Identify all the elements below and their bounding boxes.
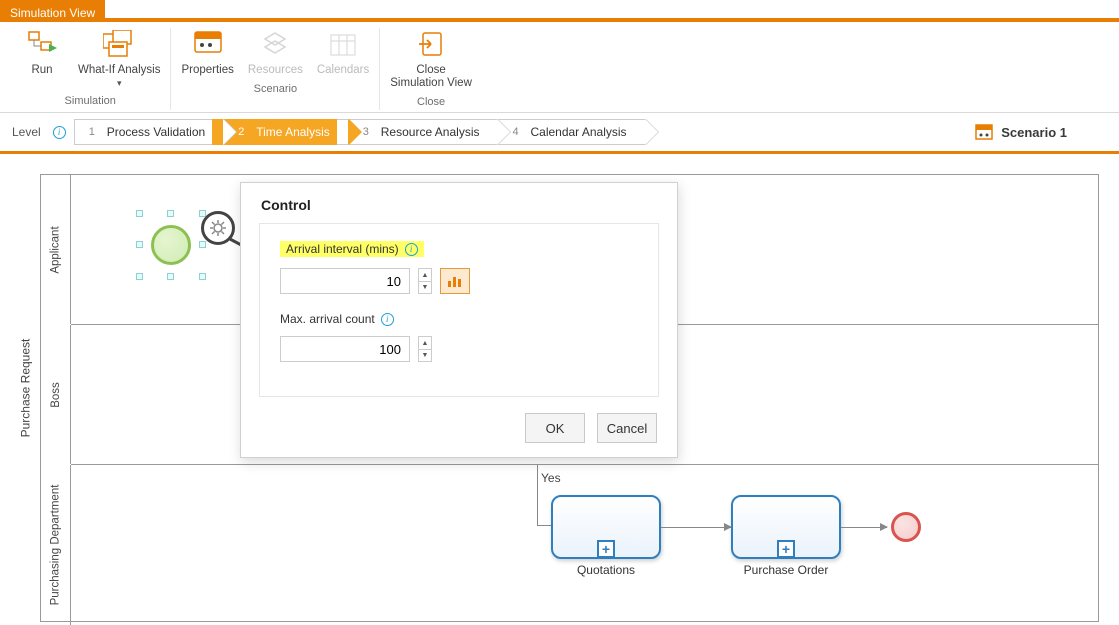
arrival-interval-label: Arrival interval (mins) i bbox=[280, 241, 424, 257]
calendar-icon bbox=[327, 28, 359, 60]
calendars-button: Calendars bbox=[317, 28, 369, 77]
ribbon-group-scenario: Properties Resources Calendars Scenario bbox=[171, 28, 380, 110]
subprocess-marker-icon: + bbox=[777, 540, 795, 558]
dropdown-caret-icon: ▾ bbox=[117, 78, 122, 88]
properties-button[interactable]: Properties bbox=[181, 28, 233, 77]
max-arrival-input[interactable] bbox=[280, 336, 410, 362]
task-label-purchase-order: Purchase Order bbox=[731, 563, 841, 577]
group-label-scenario: Scenario bbox=[254, 83, 297, 97]
info-icon[interactable]: i bbox=[53, 126, 66, 139]
run-icon bbox=[26, 28, 58, 60]
close-simview-button[interactable]: Close Simulation View bbox=[390, 28, 472, 90]
properties-icon bbox=[192, 28, 224, 60]
info-icon[interactable]: i bbox=[405, 243, 418, 256]
distribution-button[interactable] bbox=[440, 268, 470, 294]
scenario-indicator: Scenario 1 bbox=[975, 124, 1107, 140]
flow-line bbox=[537, 465, 538, 525]
ribbon-group-simulation: Run What-If Analysis ▾ Simulation bbox=[10, 28, 171, 110]
properties-label: Properties bbox=[181, 64, 233, 77]
subprocess-marker-icon: + bbox=[597, 540, 615, 558]
group-label-close: Close bbox=[417, 96, 445, 110]
scenario-icon bbox=[975, 124, 993, 140]
simulation-view-tab[interactable]: Simulation View bbox=[0, 0, 105, 22]
task-label-quotations: Quotations bbox=[551, 563, 661, 577]
ribbon-group-close: Close Simulation View Close bbox=[380, 28, 482, 110]
level-bar: Level i 1Process Validation 2Time Analys… bbox=[0, 113, 1119, 152]
max-arrival-spinner[interactable]: ▲▼ bbox=[418, 336, 432, 362]
whatif-label: What-If Analysis bbox=[78, 64, 160, 77]
pool-label: Purchase Request bbox=[10, 154, 40, 622]
close-icon bbox=[415, 28, 447, 60]
whatif-icon bbox=[103, 28, 135, 60]
ribbon: Run What-If Analysis ▾ Simulation Proper… bbox=[0, 22, 1119, 113]
close-label: Close Simulation View bbox=[390, 64, 472, 90]
tab-strip: Simulation View bbox=[0, 0, 1119, 22]
scenario-name: Scenario 1 bbox=[1001, 125, 1067, 140]
ok-button[interactable]: OK bbox=[525, 413, 585, 443]
dialog-title: Control bbox=[241, 183, 677, 223]
end-event[interactable] bbox=[891, 512, 921, 542]
run-button[interactable]: Run bbox=[20, 28, 64, 77]
group-label-simulation: Simulation bbox=[65, 95, 116, 109]
lane-label-boss: Boss bbox=[41, 325, 71, 464]
calendars-label: Calendars bbox=[317, 64, 369, 77]
flow-line bbox=[841, 527, 887, 528]
lane-purchasing: Purchasing Department Yes + Quotations +… bbox=[71, 465, 1098, 625]
run-label: Run bbox=[31, 64, 52, 77]
flow-label-yes: Yes bbox=[541, 471, 561, 485]
resources-label: Resources bbox=[248, 64, 303, 77]
arrival-interval-spinner[interactable]: ▲▼ bbox=[418, 268, 432, 294]
task-quotations[interactable]: + bbox=[551, 495, 661, 559]
info-icon[interactable]: i bbox=[381, 313, 394, 326]
arrival-interval-input[interactable] bbox=[280, 268, 410, 294]
step-process-validation[interactable]: 1Process Validation bbox=[74, 119, 225, 145]
whatif-button[interactable]: What-If Analysis ▾ bbox=[78, 28, 160, 89]
diagram-canvas[interactable]: Purchase Request Applicant Request Boss … bbox=[0, 152, 1119, 622]
bar-chart-icon bbox=[447, 274, 463, 288]
level-steps: 1Process Validation 2Time Analysis 3Reso… bbox=[74, 119, 646, 145]
lane-label-purchasing: Purchasing Department bbox=[41, 465, 71, 625]
cancel-button[interactable]: Cancel bbox=[597, 413, 657, 443]
level-label: Level bbox=[12, 125, 41, 139]
flow-line bbox=[661, 527, 731, 528]
max-arrival-label: Max. arrival count i bbox=[280, 312, 638, 326]
resources-button: Resources bbox=[248, 28, 303, 77]
control-dialog: Control Arrival interval (mins) i ▲▼ Max… bbox=[240, 182, 678, 458]
resources-icon bbox=[259, 28, 291, 60]
task-purchase-order[interactable]: + bbox=[731, 495, 841, 559]
lane-label-applicant: Applicant bbox=[41, 175, 71, 324]
